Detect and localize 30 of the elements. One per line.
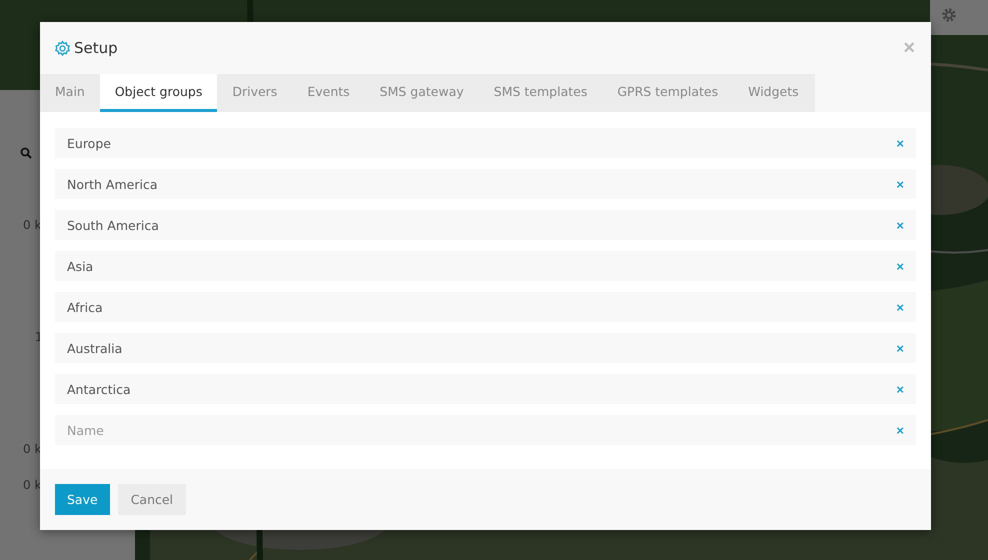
tab[interactable]: Main xyxy=(40,74,100,112)
tab[interactable]: Drivers xyxy=(217,74,292,112)
group-name-field[interactable]: North America xyxy=(55,169,890,199)
search-icon[interactable] xyxy=(20,147,32,159)
group-name-field[interactable]: Name xyxy=(55,415,890,445)
remove-button[interactable]: × xyxy=(890,333,916,363)
tab[interactable]: SMS gateway xyxy=(364,74,479,112)
close-button[interactable]: × xyxy=(901,36,917,60)
remove-button[interactable]: × xyxy=(890,292,916,322)
remove-button[interactable]: × xyxy=(890,169,916,199)
remove-button[interactable]: × xyxy=(890,251,916,281)
tab[interactable]: SMS templates xyxy=(478,74,602,112)
remove-button[interactable]: × xyxy=(890,210,916,240)
remove-button[interactable]: × xyxy=(890,374,916,404)
tab[interactable]: Events xyxy=(292,74,365,112)
group-name-field[interactable]: Asia xyxy=(55,251,890,281)
group-name-field[interactable]: Australia xyxy=(55,333,890,363)
group-name-field[interactable]: South America xyxy=(55,210,890,240)
dialog-title: Setup xyxy=(74,39,118,57)
tab[interactable]: Widgets xyxy=(733,74,815,112)
group-name-field[interactable]: Europe xyxy=(55,128,890,158)
remove-button[interactable]: × xyxy=(890,415,916,445)
tab[interactable]: GPRS templates xyxy=(602,74,734,112)
cancel-button[interactable]: Cancel xyxy=(118,484,186,515)
remove-button[interactable]: × xyxy=(890,128,916,158)
save-button[interactable]: Save xyxy=(55,484,110,515)
group-name-field[interactable]: Africa xyxy=(55,292,890,322)
settings-icon xyxy=(54,40,71,56)
group-name-field[interactable]: Antarctica xyxy=(55,374,890,404)
tab[interactable]: Object groups xyxy=(100,74,218,112)
